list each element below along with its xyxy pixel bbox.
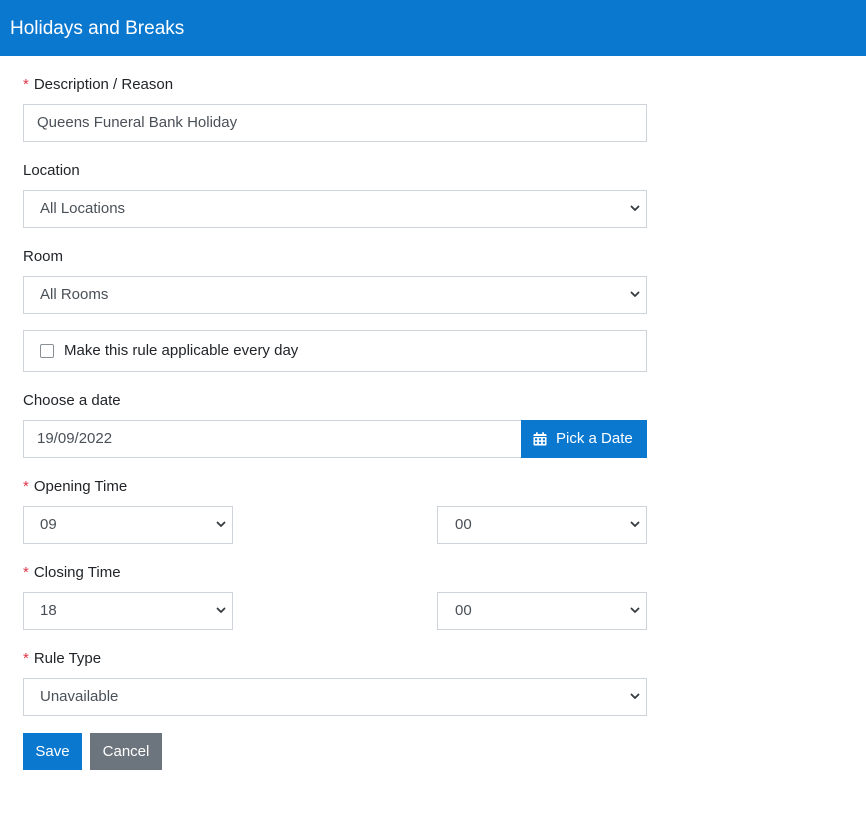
closing-time-label: * Closing Time [23, 564, 121, 581]
location-label: Location [23, 162, 80, 179]
required-marker: * [23, 478, 29, 495]
chevron-down-icon [630, 291, 640, 297]
closing-minute-select[interactable]: 00 [437, 592, 647, 630]
chevron-down-icon [216, 521, 226, 527]
opening-time-label: * Opening Time [23, 478, 128, 495]
date-label: Choose a date [23, 392, 121, 409]
page-header: Holidays and Breaks [0, 0, 866, 56]
description-label: * Description / Reason [23, 76, 174, 93]
room-label: Room [23, 248, 64, 265]
location-select[interactable]: All Locations [23, 190, 647, 228]
chevron-down-icon [630, 607, 640, 613]
cancel-button[interactable]: Cancel [90, 733, 162, 770]
closing-hour-value: 18 [40, 602, 57, 619]
pick-a-date-label: Pick a Date [556, 430, 633, 447]
rule-type-label: * Rule Type [23, 650, 102, 667]
opening-minute-value: 00 [455, 516, 472, 533]
closing-hour-select[interactable]: 18 [23, 592, 233, 630]
chevron-down-icon [630, 521, 640, 527]
save-button[interactable]: Save [23, 733, 82, 770]
every-day-checkbox-label[interactable]: Make this rule applicable every day [64, 341, 298, 361]
every-day-rule-option: Make this rule applicable every day [23, 330, 647, 372]
opening-minute-select[interactable]: 00 [437, 506, 647, 544]
date-value: 19/09/2022 [37, 430, 113, 447]
opening-hour-select[interactable]: 09 [23, 506, 233, 544]
calendar-icon [533, 432, 547, 446]
chevron-down-icon [216, 607, 226, 613]
rule-type-select[interactable]: Unavailable [23, 678, 647, 716]
date-input[interactable]: 19/09/2022 [23, 420, 522, 458]
chevron-down-icon [630, 693, 640, 699]
room-value: All Rooms [40, 286, 109, 303]
closing-minute-value: 00 [455, 602, 472, 619]
page-title: Holidays and Breaks [10, 18, 185, 39]
every-day-checkbox[interactable] [40, 344, 54, 358]
required-marker: * [23, 76, 29, 93]
location-value: All Locations [40, 200, 126, 217]
rule-type-value: Unavailable [40, 688, 119, 705]
room-select[interactable]: All Rooms [23, 276, 647, 314]
chevron-down-icon [630, 205, 640, 211]
description-value: Queens Funeral Bank Holiday [37, 114, 238, 131]
description-input[interactable]: Queens Funeral Bank Holiday [23, 104, 647, 142]
required-marker: * [23, 564, 29, 581]
opening-hour-value: 09 [40, 516, 57, 533]
required-marker: * [23, 650, 29, 667]
pick-a-date-button[interactable]: Pick a Date [521, 420, 647, 458]
